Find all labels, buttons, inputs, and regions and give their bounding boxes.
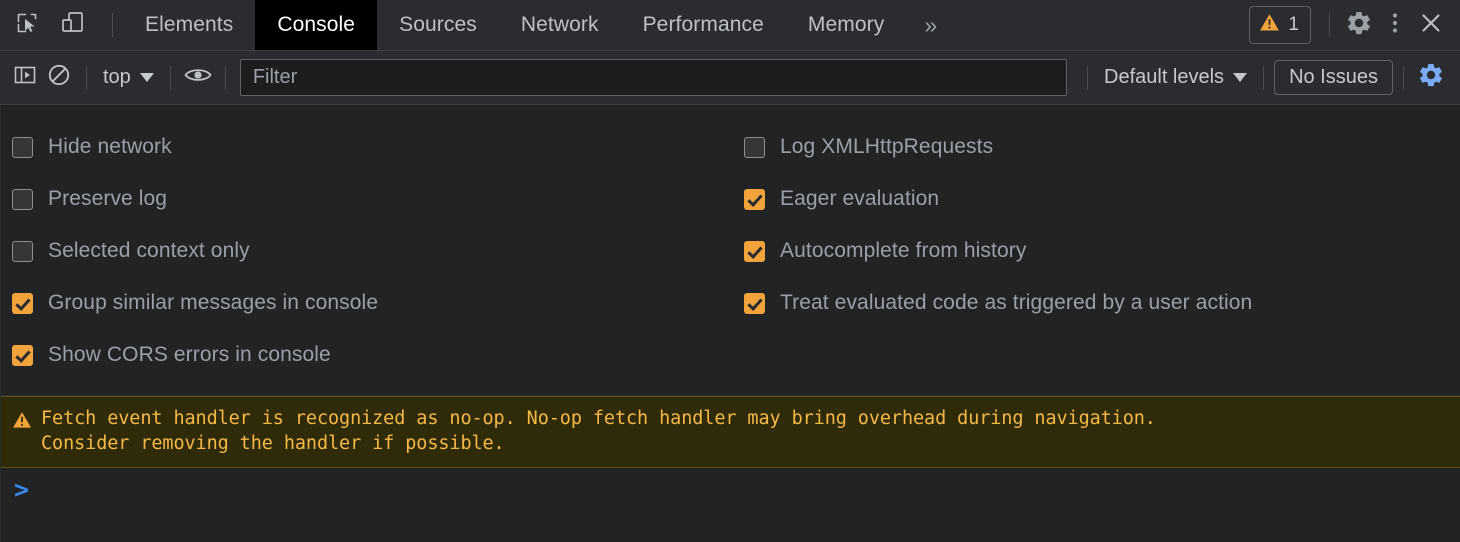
tabbar-left-icons	[0, 0, 123, 50]
device-toolbar-icon	[60, 10, 86, 41]
tab-console[interactable]: Console	[255, 0, 377, 50]
filterbar-divider-5	[1263, 66, 1264, 90]
setting-autocomplete-from-history[interactable]: Autocomplete from history	[744, 225, 1460, 277]
more-options-button[interactable]	[1378, 8, 1412, 42]
console-output-area[interactable]: Fetch event handler is recognized as no-…	[0, 396, 1460, 542]
eye-icon	[183, 62, 213, 93]
filterbar-divider-1	[86, 66, 87, 90]
checkbox-hide-network[interactable]	[12, 137, 33, 158]
checkbox-preserve-log[interactable]	[12, 189, 33, 210]
devtools-window: Elements Console Sources Network Perform…	[0, 0, 1460, 542]
create-live-expression-button[interactable]	[181, 61, 215, 95]
console-prompt[interactable]: >	[0, 468, 1460, 542]
checkbox-treat-evaluated-code-as-user-action[interactable]	[744, 293, 765, 314]
console-warning-message[interactable]: Fetch event handler is recognized as no-…	[0, 396, 1460, 468]
setting-label: Treat evaluated code as triggered by a u…	[780, 291, 1252, 315]
tabbar-right-divider	[1329, 13, 1330, 37]
context-selector-label: top	[103, 66, 131, 89]
close-devtools-button[interactable]	[1414, 8, 1448, 42]
inspect-element-icon	[15, 11, 39, 40]
chevron-down-icon	[140, 73, 154, 82]
setting-log-xmlhttprequests[interactable]: Log XMLHttpRequests	[744, 121, 1460, 173]
setting-label: Autocomplete from history	[780, 239, 1026, 263]
kebab-menu-icon	[1384, 10, 1406, 41]
more-tabs-button[interactable]: »	[906, 0, 955, 50]
filter-input[interactable]: Filter	[240, 59, 1067, 96]
gear-icon-active	[1417, 61, 1445, 94]
log-level-label: Default levels	[1104, 66, 1224, 89]
filterbar-divider-2	[170, 66, 171, 90]
filter-placeholder-text: Filter	[253, 66, 297, 89]
console-message-text: Fetch event handler is recognized as no-…	[41, 406, 1156, 456]
tab-performance[interactable]: Performance	[621, 0, 786, 50]
tab-memory[interactable]: Memory	[786, 0, 906, 50]
setting-label: Hide network	[48, 135, 172, 159]
tabbar-right-controls: 1	[1249, 0, 1460, 50]
tab-sources[interactable]: Sources	[377, 0, 499, 50]
setting-label: Eager evaluation	[780, 187, 939, 211]
panel-tabs: Elements Console Sources Network Perform…	[123, 0, 955, 50]
warning-triangle-icon	[12, 410, 32, 435]
setting-show-cors-errors[interactable]: Show CORS errors in console	[12, 329, 736, 381]
issues-button[interactable]: No Issues	[1274, 60, 1393, 95]
devtools-settings-button[interactable]	[1342, 8, 1376, 42]
setting-label: Selected context only	[48, 239, 250, 263]
setting-treat-evaluated-code-as-user-action[interactable]: Treat evaluated code as triggered by a u…	[744, 277, 1460, 329]
checkbox-log-xmlhttprequests[interactable]	[744, 137, 765, 158]
log-level-selector[interactable]: Default levels	[1098, 63, 1253, 92]
settings-column-left: Hide network Preserve log Selected conte…	[0, 121, 736, 381]
tab-network[interactable]: Network	[499, 0, 621, 50]
console-settings-button[interactable]	[1414, 61, 1448, 95]
checkbox-autocomplete-from-history[interactable]	[744, 241, 765, 262]
checkbox-show-cors-errors[interactable]	[12, 345, 33, 366]
gear-icon	[1345, 9, 1373, 42]
setting-label: Group similar messages in console	[48, 291, 378, 315]
setting-hide-network[interactable]: Hide network	[12, 121, 736, 173]
warning-count: 1	[1288, 14, 1299, 36]
warning-count-badge[interactable]: 1	[1249, 6, 1311, 44]
clear-console-button[interactable]	[42, 61, 76, 95]
tab-elements[interactable]: Elements	[123, 0, 255, 50]
setting-eager-evaluation[interactable]: Eager evaluation	[744, 173, 1460, 225]
device-toolbar-button[interactable]	[56, 8, 90, 42]
checkbox-eager-evaluation[interactable]	[744, 189, 765, 210]
checkbox-selected-context-only[interactable]	[12, 241, 33, 262]
setting-group-similar-messages[interactable]: Group similar messages in console	[12, 277, 736, 329]
setting-label: Preserve log	[48, 187, 167, 211]
filterbar-divider-6	[1403, 66, 1404, 90]
setting-selected-context-only[interactable]: Selected context only	[12, 225, 736, 277]
filterbar-divider-3	[225, 66, 226, 90]
console-sidebar-icon	[12, 62, 38, 93]
clear-console-icon	[46, 62, 72, 93]
devtools-tabbar: Elements Console Sources Network Perform…	[0, 0, 1460, 51]
javascript-context-selector[interactable]: top	[97, 63, 160, 92]
warning-triangle-icon	[1259, 12, 1280, 38]
filterbar-divider-4	[1087, 66, 1088, 90]
console-sidebar-toggle[interactable]	[8, 61, 42, 95]
panel-left-border	[0, 105, 1, 542]
settings-column-right: Log XMLHttpRequests Eager evaluation Aut…	[736, 121, 1460, 381]
setting-label: Log XMLHttpRequests	[780, 135, 993, 159]
console-settings-pane: Hide network Preserve log Selected conte…	[0, 105, 1460, 396]
console-filter-toolbar: top Filter Default levels No Issues	[0, 51, 1460, 105]
setting-preserve-log[interactable]: Preserve log	[12, 173, 736, 225]
setting-label: Show CORS errors in console	[48, 343, 331, 367]
chevron-down-icon	[1233, 73, 1247, 82]
checkbox-group-similar-messages[interactable]	[12, 293, 33, 314]
close-icon	[1418, 10, 1444, 41]
prompt-caret-icon: >	[14, 477, 29, 502]
inspect-element-button[interactable]	[10, 8, 44, 42]
tabbar-divider	[112, 13, 113, 37]
